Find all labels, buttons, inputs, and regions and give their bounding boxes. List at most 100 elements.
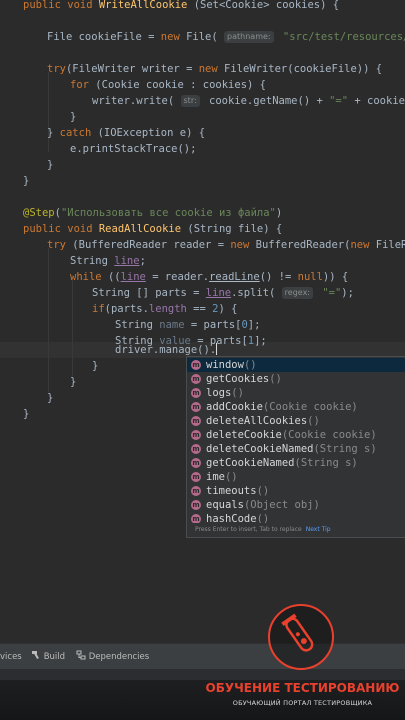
brand-title: ОБУЧЕНИЕ ТЕСТИРОВАНИЮ <box>205 681 400 695</box>
test-tube-icon <box>281 613 314 652</box>
completion-item[interactable]: m window() <box>187 358 405 372</box>
method-icon: m <box>191 374 201 384</box>
completion-name: timeouts <box>206 485 257 497</box>
code-line[interactable]: } <box>47 157 53 173</box>
code-token: while <box>70 271 108 283</box>
completion-name: logs <box>206 387 232 399</box>
code-token: (Cookie cookie : cookies) { <box>95 79 266 91</box>
completion-item[interactable]: m equals(Object obj) <box>187 498 405 512</box>
popup-hint-text: Press Enter to insert, Tab to replace <box>195 526 302 533</box>
completion-params: () <box>269 373 282 385</box>
code-token: (parts. <box>104 303 149 315</box>
code-token: "src/test/resources/cookie.t <box>282 31 405 43</box>
completion-params: (String s) <box>313 443 377 455</box>
completion-item[interactable]: m deleteCookieNamed(String s) <box>187 442 405 456</box>
code-token: new <box>160 31 187 43</box>
code-line[interactable]: try (BufferedReader reader = new Buffere… <box>47 237 405 253</box>
code-token: public void <box>23 223 99 235</box>
code-token: } <box>70 111 77 123</box>
code-token: File cookieFile = <box>47 31 161 43</box>
completion-item[interactable]: m addCookie(Cookie cookie) <box>187 400 405 414</box>
code-line[interactable]: e.printStackTrace(); <box>70 141 196 157</box>
code-token: BufferedReader( <box>255 239 351 251</box>
code-token: } <box>47 159 54 171</box>
completion-name: getCookieNamed <box>206 457 295 469</box>
code-line[interactable]: } <box>70 109 76 125</box>
code-editor[interactable]: public void WriteAllCookie (Set<Cookie> … <box>0 0 405 640</box>
code-token: line <box>205 287 232 299</box>
code-token: new <box>350 239 376 251</box>
code-token: )) { <box>322 271 349 283</box>
code-token: = reader. <box>145 271 210 283</box>
code-line[interactable]: String name = parts[0]; <box>115 317 260 333</box>
code-line[interactable]: String line; <box>70 253 146 269</box>
code-token: == <box>186 303 213 315</box>
completion-name: equals <box>206 499 244 511</box>
completion-params: () <box>243 359 257 371</box>
code-line[interactable]: } <box>92 358 98 374</box>
method-icon: m <box>191 416 201 426</box>
completion-params: () <box>307 415 320 427</box>
code-token: File( <box>186 31 225 43</box>
code-token: ]; <box>254 335 267 347</box>
code-token: readLine <box>209 271 260 283</box>
completion-params: (Cookie cookie) <box>262 401 358 413</box>
tab-label: Build <box>43 652 66 662</box>
code-line[interactable]: writer.write( str: cookie.getName() + "=… <box>92 93 405 109</box>
code-token: ]; <box>247 319 261 331</box>
services-tab[interactable]: vices <box>0 644 22 670</box>
code-line[interactable]: } <box>70 374 76 390</box>
code-token: ); <box>341 287 354 299</box>
code-token: } <box>23 408 30 420</box>
completion-item[interactable]: m ime() <box>187 470 405 484</box>
code-token: new <box>198 63 225 75</box>
code-line[interactable]: while ((line = reader.readLine() != null… <box>70 269 348 285</box>
completion-item[interactable]: m getCookies() <box>187 372 405 386</box>
code-token: line <box>114 255 140 267</box>
completion-name: deleteCookieNamed <box>206 443 314 455</box>
completion-item[interactable]: m getCookieNamed(String s) <box>187 456 405 470</box>
code-line[interactable]: } catch (IOException e) { <box>47 125 205 141</box>
code-line[interactable]: for (Cookie cookie : cookies) { <box>70 77 266 93</box>
code-token: ) { <box>218 303 238 315</box>
completion-item[interactable]: m deleteAllCookies() <box>187 414 405 428</box>
method-icon: m <box>191 430 201 440</box>
autocomplete-popup[interactable]: m window() m getCookies() m logs() m addCook… <box>186 356 405 538</box>
code-token: = parts[ <box>184 319 242 331</box>
code-line[interactable]: public void ReadAllCookie (String file) … <box>23 221 282 237</box>
code-token: } <box>92 360 99 372</box>
build-tab[interactable]: Build <box>31 644 65 670</box>
code-token: writer.write( <box>92 95 181 107</box>
completion-name: deleteAllCookies <box>206 415 308 427</box>
code-token: (String file) { <box>187 223 283 235</box>
dependencies-tab[interactable]: Dependencies <box>76 644 149 670</box>
code-line[interactable]: public void WriteAllCookie (Set<Cookie> … <box>23 0 339 13</box>
code-token: @Step <box>23 207 55 219</box>
code-line[interactable]: @Step("Использовать все cookie из файла"… <box>23 205 282 221</box>
method-icon: m <box>191 458 201 468</box>
method-icon: m <box>191 486 201 496</box>
code-line[interactable]: } <box>23 173 29 189</box>
completion-item[interactable]: m timeouts() <box>187 484 405 498</box>
code-token: } <box>47 392 54 404</box>
code-line[interactable]: if(parts.length == 2) { <box>92 301 237 317</box>
code-token: (BufferedReader reader = <box>72 239 231 251</box>
completion-params: (String s) <box>294 457 358 469</box>
method-icon: m <box>191 388 201 398</box>
completion-item[interactable]: m deleteCookie(Cookie cookie) <box>187 428 405 442</box>
brand-logo <box>268 604 334 670</box>
code-token: } <box>23 175 30 187</box>
code-token: ) <box>275 207 283 219</box>
code-line[interactable]: File cookieFile = new File( pathname: "s… <box>47 29 405 45</box>
next-tip-link[interactable]: Next Tip <box>306 526 331 533</box>
code-line[interactable]: } <box>47 390 53 406</box>
code-token: driver.manage(). <box>115 344 217 356</box>
code-line[interactable]: String [] parts = line.split( regex: "="… <box>92 285 354 301</box>
code-line[interactable]: } <box>23 406 29 422</box>
completion-item[interactable]: m logs() <box>187 386 405 400</box>
method-icon: m <box>191 444 201 454</box>
code-line[interactable]: try(FileWriter writer = new FileWriter(c… <box>47 61 382 77</box>
completion-params: (Object obj) <box>243 499 320 511</box>
code-token: ; <box>139 255 146 267</box>
tab-label: Dependencies <box>88 652 150 662</box>
